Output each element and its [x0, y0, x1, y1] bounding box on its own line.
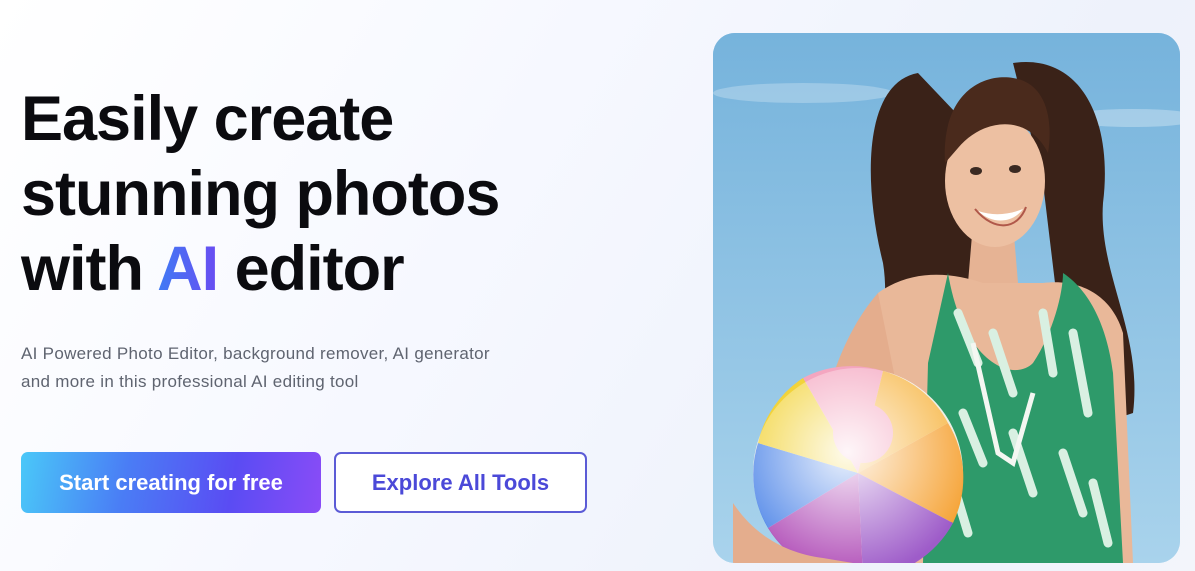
headline-line-1: Easily create: [21, 84, 394, 154]
headline-line-3: with AI editor: [21, 232, 499, 307]
explore-all-tools-button[interactable]: Explore All Tools: [334, 452, 587, 513]
start-creating-button[interactable]: Start creating for free: [21, 452, 321, 513]
subtext-line-2: and more in this professional AI editing…: [21, 372, 359, 391]
subtext-line-1: AI Powered Photo Editor, background remo…: [21, 344, 490, 363]
hero-headline: Easily create stunning photos with AI ed…: [21, 82, 500, 307]
hero-photo: [713, 33, 1180, 563]
hero-photo-illustration: [713, 33, 1180, 563]
headline-line-3-suffix: editor: [218, 234, 405, 304]
hero-section: Easily create stunning photos with AI ed…: [0, 0, 1195, 571]
headline-ai-accent: AI: [157, 234, 219, 304]
headline-line-2: stunning photos: [21, 159, 500, 229]
hero-subtext: AI Powered Photo Editor, background remo…: [21, 340, 581, 396]
headline-line-3-prefix: with: [21, 234, 158, 304]
